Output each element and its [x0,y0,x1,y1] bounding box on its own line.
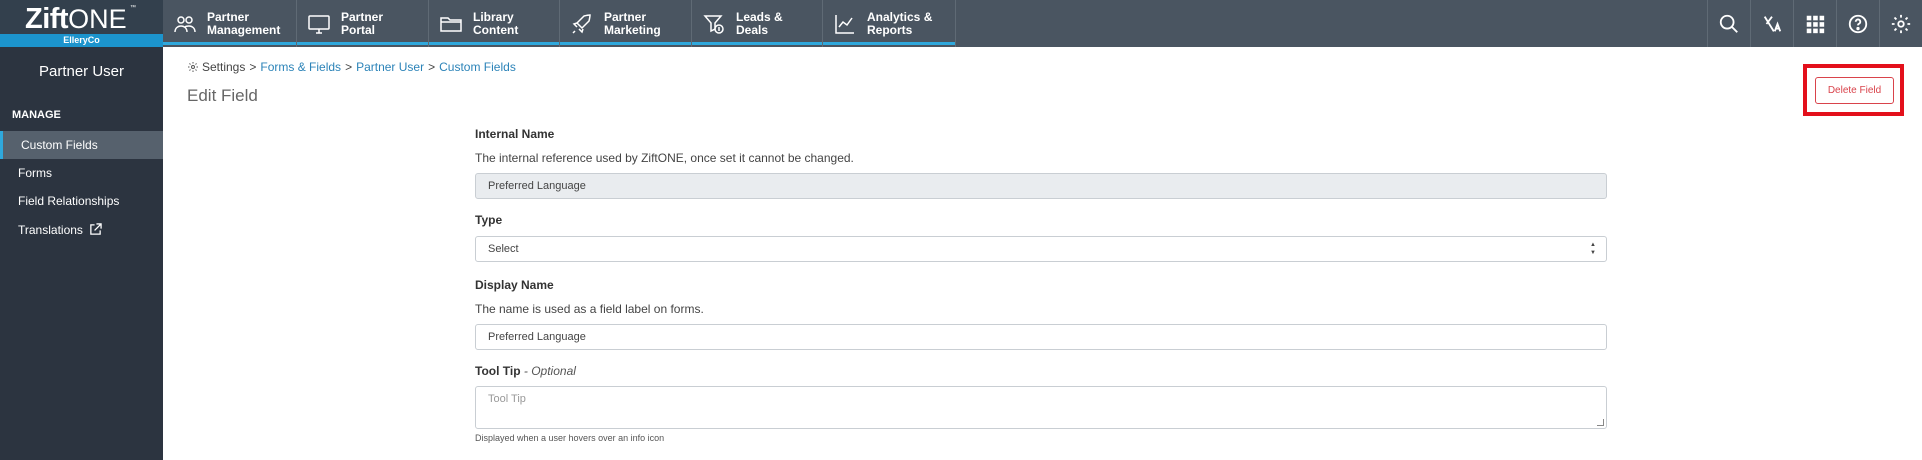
delete-field-button[interactable]: Delete Field [1815,77,1894,104]
internal-name-value: Preferred Language [488,180,586,192]
sidebar-item-translations[interactable]: Translations [0,216,163,244]
nav-label: Leads & Deals [736,9,783,37]
display-name-label: Display Name [475,278,554,292]
breadcrumb-partner-user[interactable]: Partner User [356,60,424,74]
logo-wordmark: ZiftONE [25,3,127,35]
search-icon [1719,14,1738,33]
partners-icon [174,15,196,32]
external-link-icon [90,223,102,235]
optional-tag: - Optional [520,364,576,378]
nav-label: Partner Management [207,9,281,37]
select-arrows-icon: ▲ ▼ [1590,242,1596,256]
type-select[interactable]: Select ▲ ▼ [475,236,1607,262]
resize-handle-icon[interactable] [1597,419,1604,426]
page-title: Edit Field [187,86,258,105]
company-name: ElleryCo [0,34,163,47]
display-name-value: Preferred Language [488,331,586,343]
help-icon [1848,14,1868,33]
breadcrumb-settings[interactable]: Settings [202,60,245,74]
ziftone-logo[interactable]: ZiftONE ™ ElleryCo [0,0,163,47]
internal-name-field: Preferred Language [475,173,1607,199]
nav-partner-portal[interactable]: Partner Portal [297,0,429,47]
sidebar-item-forms[interactable]: Forms [0,159,163,187]
apps-grid-icon [1806,15,1825,33]
settings-gear-icon [1891,14,1911,33]
logo-trademark: ™ [130,5,136,11]
top-navigation-bar: ZiftONE ™ ElleryCo Partner Management Pa… [0,0,1922,47]
nav-label: Library Content [473,9,519,37]
tooltip-textarea[interactable]: Tool Tip [475,386,1607,429]
sidebar-title: Partner User [38,63,125,80]
breadcrumb-separator: > [428,60,436,74]
tooltip-help: Displayed when a user hovers over an inf… [475,433,665,443]
nav-label: Analytics & Reports [867,9,933,37]
nav-partner-marketing[interactable]: Partner Marketing [560,0,692,47]
sidebar-item-field-relationships[interactable]: Field Relationships [0,187,163,215]
nav-library-content[interactable]: Library Content [429,0,560,47]
sidebar-item-label: Forms [18,166,52,180]
nav-partner-management[interactable]: Partner Management [163,0,297,47]
search-button[interactable] [1707,0,1750,47]
main-nav: Partner Management Partner Portal Librar… [163,0,956,47]
nav-label: Partner Marketing [604,9,661,37]
breadcrumb-forms-fields[interactable]: Forms & Fields [260,60,341,74]
tooltip-placeholder: Tool Tip [488,393,526,405]
sidebar-item-label: Translations [18,223,83,237]
sidebar-item-custom-fields[interactable]: Custom Fields [0,131,163,159]
sidebar-item-label: Custom Fields [21,138,98,152]
apps-button[interactable] [1793,0,1836,47]
translate-button[interactable] [1750,0,1793,47]
settings-button[interactable] [1879,0,1922,47]
type-label: Type [475,213,503,227]
breadcrumb-separator: > [249,60,257,74]
breadcrumb-separator: > [345,60,353,74]
type-selected-value: Select [488,243,519,255]
translate-icon [1763,15,1782,32]
monitor-icon [308,14,330,34]
tooltip-label: Tool Tip - Optional [475,364,576,378]
sidebar-section-heading: MANAGE [12,109,61,121]
nav-label: Partner Portal [341,9,384,37]
line-chart-icon [835,14,854,34]
internal-name-label: Internal Name [475,127,555,141]
internal-name-help: The internal reference used by ZiftONE, … [475,151,854,165]
breadcrumb: Settings > Forms & Fields > Partner User… [187,60,516,74]
breadcrumb-custom-fields[interactable]: Custom Fields [439,60,516,74]
help-button[interactable] [1836,0,1879,47]
display-name-help: The name is used as a field label on for… [475,302,704,316]
display-name-field[interactable]: Preferred Language [475,324,1607,350]
sidebar-item-label: Field Relationships [18,194,120,208]
settings-gear-icon [188,62,198,72]
funnel-dollar-icon [703,14,724,34]
rocket-icon [572,13,591,34]
nav-leads-deals[interactable]: Leads & Deals [692,0,823,47]
nav-analytics-reports[interactable]: Analytics & Reports [823,0,956,47]
folder-icon [440,16,462,32]
utility-icons [1707,0,1922,47]
tooltip-label-text: Tool Tip [475,364,521,378]
sidebar: Partner User MANAGE Custom Fields Forms … [0,47,163,460]
